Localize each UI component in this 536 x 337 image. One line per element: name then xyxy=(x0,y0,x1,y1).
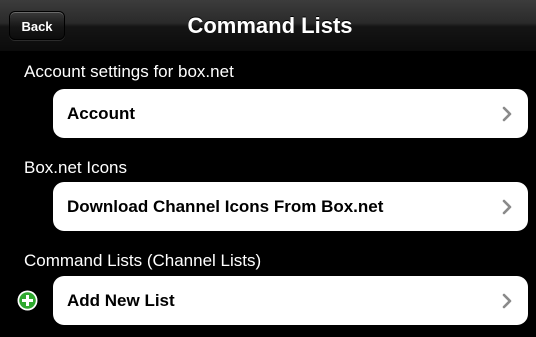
download-channel-icons-label: Download Channel Icons From Box.net xyxy=(67,197,384,216)
section-header-account-settings: Account settings for box.net xyxy=(24,62,234,81)
section-header-command-lists: Command Lists (Channel Lists) xyxy=(24,251,262,270)
section-header-box-icons: Box.net Icons xyxy=(24,158,128,177)
back-button[interactable]: Back xyxy=(9,11,65,40)
add-new-list-label: Add New List xyxy=(67,291,175,310)
account-cell-label: Account xyxy=(67,104,135,123)
download-channel-icons-cell[interactable]: Download Channel Icons From Box.net xyxy=(53,182,528,231)
chevron-right-icon xyxy=(502,293,512,309)
account-cell[interactable]: Account xyxy=(53,89,528,138)
chevron-right-icon xyxy=(502,106,512,122)
add-new-list-cell[interactable]: Add New List xyxy=(53,276,528,325)
page-title: Command Lists xyxy=(187,13,353,38)
add-circle-icon[interactable] xyxy=(17,290,38,311)
chevron-right-icon xyxy=(502,199,512,215)
command-lists-screen: Back Command Lists Account settings for … xyxy=(0,0,536,337)
navigation-bar: Back Command Lists xyxy=(0,0,536,52)
